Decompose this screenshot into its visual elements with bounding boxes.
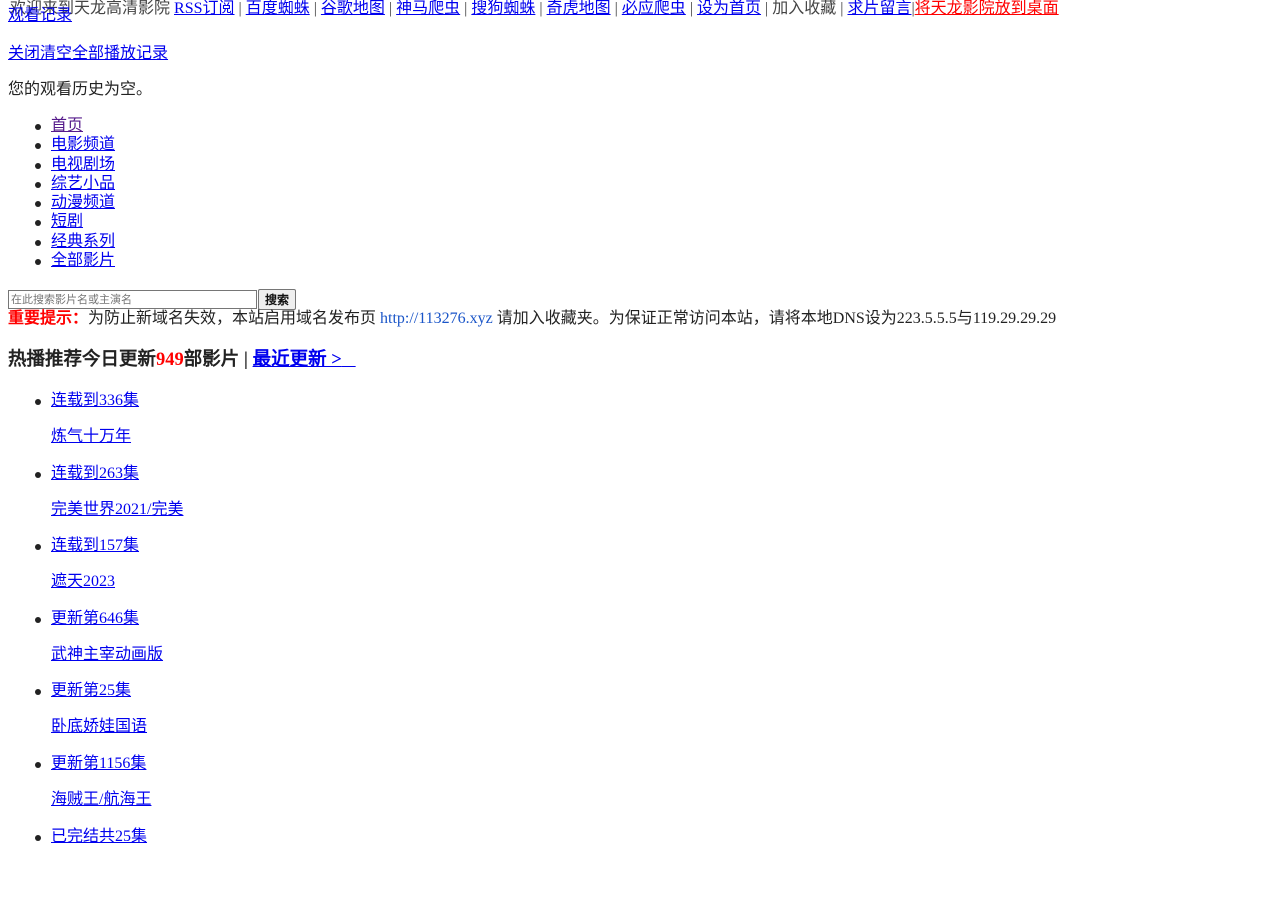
- important-notice: 重要提示：为防止新域名失效，本站启用域名发布页 http://113276.xy…: [8, 309, 1056, 329]
- add-bookmark-text[interactable]: 加入收藏: [772, 0, 836, 17]
- show-title-link[interactable]: 完美世界2021/完美: [51, 500, 183, 520]
- notice-label: 重要提示：: [8, 310, 89, 327]
- episode-status-link[interactable]: 连载到336集: [51, 391, 147, 411]
- show-title-link[interactable]: 海贼王/航海王: [51, 790, 151, 810]
- list-item: 已完结共25集: [34, 827, 147, 899]
- search-button[interactable]: 搜索: [258, 288, 297, 310]
- nav-item-all: 全部影片: [34, 251, 115, 270]
- nav-item-classics: 经典系列: [34, 232, 115, 251]
- nav-link-short-drama[interactable]: 短剧: [51, 213, 83, 230]
- list-item: 更新第25集 卧底娇娃国语: [34, 681, 147, 754]
- show-title-link[interactable]: 武神主宰动画版: [51, 645, 163, 665]
- hot-heading-suffix: 部影片 |: [183, 350, 248, 370]
- list-item: 连载到263集 完美世界2021/完美: [34, 464, 183, 537]
- search-form: 搜索: [8, 288, 297, 310]
- hot-heading-prefix: 热播推荐今日更新: [8, 350, 157, 370]
- shenma-crawler-link[interactable]: 神马爬虫: [396, 0, 460, 17]
- list-item: 连载到157集 遮天2023: [34, 536, 147, 609]
- hot-recommend-heading: 热播推荐今日更新949部影片 | 最近更新 >: [8, 348, 356, 372]
- episode-status-link[interactable]: 连载到263集: [51, 464, 147, 484]
- episode-status-link[interactable]: 已完结共25集: [51, 827, 147, 847]
- qihoo-map-link[interactable]: 奇虎地图: [547, 0, 611, 17]
- recent-updates-link[interactable]: 最近更新 >: [253, 350, 342, 370]
- nav-item-home: 首页: [34, 116, 115, 135]
- nav-link-all[interactable]: 全部影片: [51, 252, 115, 269]
- history-actions: 关闭清空全部播放记录: [8, 44, 168, 64]
- nav-item-short-drama: 短剧: [34, 212, 115, 231]
- set-homepage-link[interactable]: 设为首页: [697, 0, 761, 17]
- nav-item-anime: 动漫频道: [34, 193, 115, 212]
- main-nav: 首页 电影频道 电视剧场 综艺小品 动漫频道 短剧 经典系列 全部影片: [34, 116, 115, 270]
- list-item: 更新第1156集 海贼王/航海王: [34, 754, 151, 827]
- episode-status-link[interactable]: 连载到157集: [51, 536, 147, 556]
- show-title-link[interactable]: 炼气十万年: [51, 427, 131, 447]
- nav-link-variety[interactable]: 综艺小品: [51, 175, 115, 192]
- list-item: 更新第646集 武神主宰动画版: [34, 609, 163, 682]
- nav-link-home[interactable]: 首页: [51, 117, 83, 134]
- episode-status-link[interactable]: 更新第25集: [51, 681, 147, 701]
- list-item: 连载到336集 炼气十万年: [34, 391, 147, 464]
- history-empty-message: 您的观看历史为空。: [8, 81, 153, 98]
- nav-link-classics[interactable]: 经典系列: [51, 233, 115, 250]
- close-history-link[interactable]: 关闭: [8, 45, 40, 62]
- nav-link-anime[interactable]: 动漫频道: [51, 194, 115, 211]
- update-count: 949: [156, 350, 184, 370]
- watch-history-link[interactable]: 观看记录: [8, 6, 72, 26]
- bing-crawler-link[interactable]: 必应爬虫: [622, 0, 686, 17]
- request-movie-link[interactable]: 求片留言: [847, 0, 911, 17]
- nav-item-movies: 电影频道: [34, 135, 115, 154]
- google-map-link[interactable]: 谷歌地图: [321, 0, 385, 17]
- hot-list: 连载到336集 炼气十万年 连载到263集 完美世界2021/完美 连载到157…: [34, 391, 183, 899]
- nav-item-variety: 综艺小品: [34, 174, 115, 193]
- show-title-link[interactable]: 卧底娇娃国语: [51, 717, 147, 737]
- top-links-bar: 欢迎来到天龙高清影院 RSS订阅 | 百度蜘蛛 | 谷歌地图 | 神马爬虫 | …: [10, 0, 1059, 17]
- clear-history-link[interactable]: 清空全部播放记录: [40, 45, 168, 62]
- rss-link[interactable]: RSS订阅: [174, 0, 234, 17]
- nav-item-tv: 电视剧场: [34, 155, 115, 174]
- add-to-desktop-link[interactable]: 将天龙影院放到桌面: [915, 0, 1059, 17]
- notice-text-before: 为防止新域名失效，本站启用域名发布页: [88, 310, 377, 327]
- recent-updates-link-tail[interactable]: [342, 350, 356, 370]
- episode-status-link[interactable]: 更新第646集: [51, 609, 147, 629]
- nav-link-tv[interactable]: 电视剧场: [51, 156, 115, 173]
- episode-status-link[interactable]: 更新第1156集: [51, 754, 147, 774]
- search-input[interactable]: [8, 289, 257, 309]
- show-title-link[interactable]: 遮天2023: [51, 572, 115, 592]
- domain-release-url: http://113276.xyz: [380, 310, 493, 327]
- notice-text-after: 请加入收藏夹。为保证正常访问本站，请将本地DNS设为223.5.5.5与119.…: [496, 310, 1057, 327]
- nav-link-movies[interactable]: 电影频道: [51, 136, 115, 153]
- baidu-spider-link[interactable]: 百度蜘蛛: [246, 0, 310, 17]
- sogou-spider-link[interactable]: 搜狗蜘蛛: [471, 0, 535, 17]
